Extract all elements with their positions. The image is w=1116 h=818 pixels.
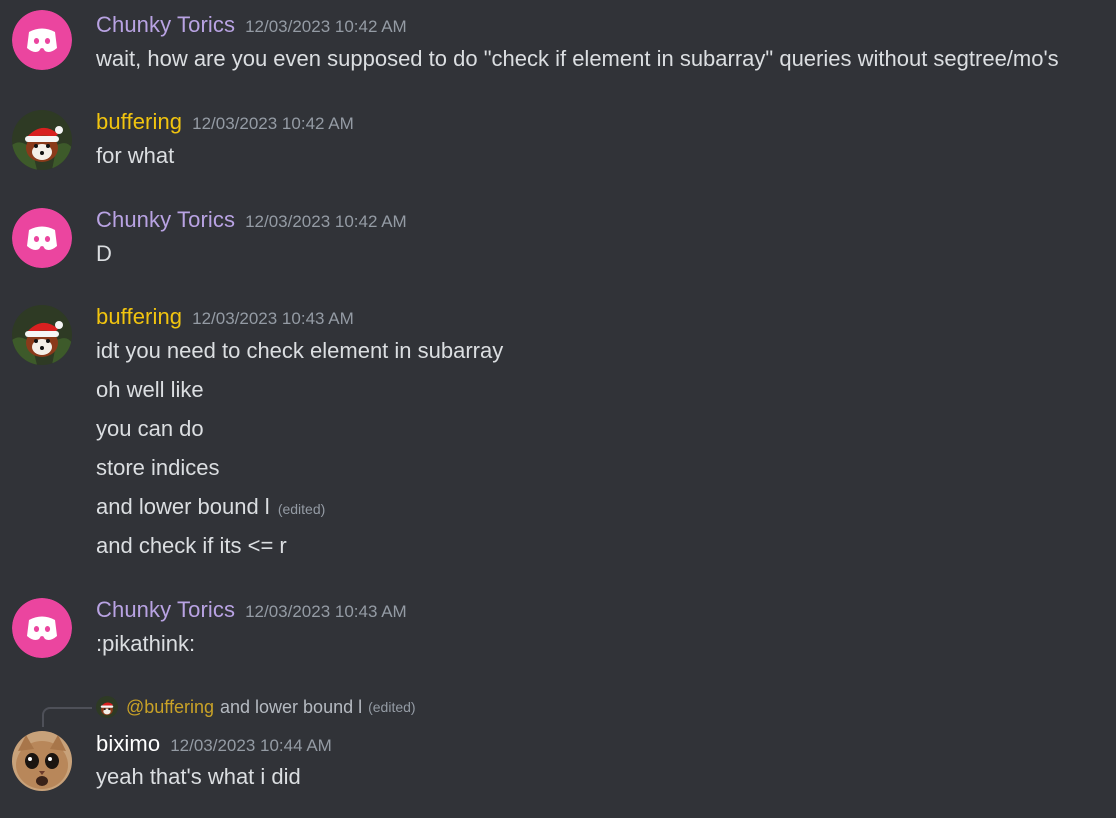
message-content: :pikathink: (96, 631, 196, 656)
message-content: and lower bound l (edited) (96, 494, 325, 520)
red-panda-santa-hat-avatar[interactable] (12, 305, 72, 365)
reply-reference[interactable]: @buffering and lower bound l (edited) (96, 694, 416, 720)
message-header: buffering 12/03/2023 10:43 AM (96, 304, 354, 330)
message-header: Chunky Torics 12/03/2023 10:42 AM (96, 12, 407, 38)
message-header: biximo 12/03/2023 10:44 AM (96, 731, 332, 757)
message-header: buffering 12/03/2023 10:42 AM (96, 109, 354, 135)
timestamp: 12/03/2023 10:42 AM (245, 212, 407, 231)
author-name[interactable]: buffering (96, 109, 182, 134)
message-text: and lower bound l (96, 494, 270, 519)
message-content: oh well like (96, 377, 204, 402)
chat-message-list: Chunky Torics 12/03/2023 10:42 AM wait, h… (0, 0, 1116, 818)
reply-spine (42, 707, 92, 727)
red-panda-santa-hat-avatar[interactable] (12, 110, 72, 170)
author-name[interactable]: Chunky Torics (96, 597, 235, 622)
timestamp: 12/03/2023 10:44 AM (170, 736, 332, 755)
edited-label: (edited) (368, 699, 416, 715)
edited-label: (edited) (277, 501, 326, 517)
reply-mention[interactable]: @buffering (126, 697, 214, 718)
message-header: Chunky Torics 12/03/2023 10:43 AM (96, 597, 407, 623)
timestamp: 12/03/2023 10:43 AM (192, 309, 354, 328)
message-content: store indices (96, 455, 220, 480)
message-content: and check if its <= r (96, 533, 287, 558)
message-content: yeah that's what i did (96, 764, 301, 789)
message-content: you can do (96, 416, 204, 441)
discord-logo-icon[interactable] (12, 208, 72, 268)
reply-preview-text: and lower bound l (220, 696, 363, 717)
timestamp: 12/03/2023 10:42 AM (245, 17, 407, 36)
author-name[interactable]: biximo (96, 731, 160, 756)
message-content: wait, how are you even supposed to do "c… (96, 46, 1059, 71)
message-content: idt you need to check element in subarra… (96, 338, 504, 363)
red-panda-santa-hat-avatar (96, 696, 118, 718)
author-name[interactable]: buffering (96, 304, 182, 329)
discord-logo-icon[interactable] (12, 598, 72, 658)
message-content: for what (96, 143, 175, 168)
timestamp: 12/03/2023 10:43 AM (245, 602, 407, 621)
cat-avatar[interactable] (12, 731, 72, 791)
message-content: D (96, 241, 112, 266)
author-name[interactable]: Chunky Torics (96, 207, 235, 232)
timestamp: 12/03/2023 10:42 AM (192, 114, 354, 133)
message-header: Chunky Torics 12/03/2023 10:42 AM (96, 207, 407, 233)
discord-logo-icon[interactable] (12, 10, 72, 70)
author-name[interactable]: Chunky Torics (96, 12, 235, 37)
